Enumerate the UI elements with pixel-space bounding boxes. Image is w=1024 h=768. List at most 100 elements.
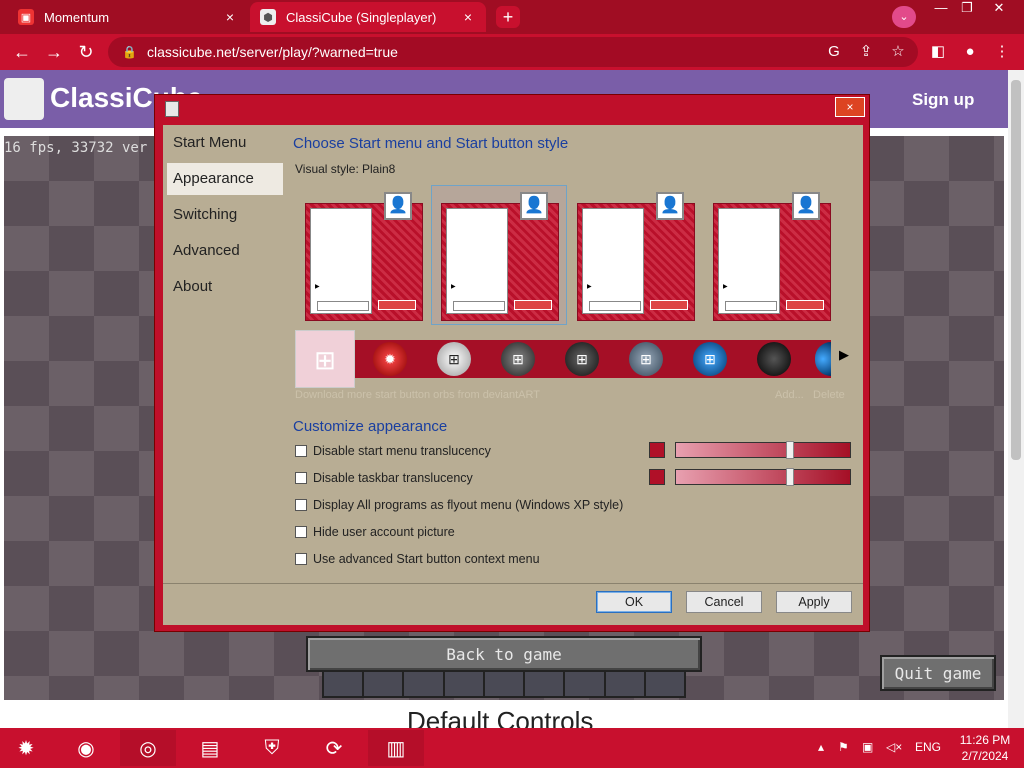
dialog-client: Start Menu Appearance Switching Advanced…	[163, 125, 863, 625]
taskbar-color-swatch[interactable]	[649, 469, 665, 485]
browser-toolbar: ← → ↻ 🔒 classicube.net/server/play/?warn…	[0, 34, 1024, 70]
tab-search-icon[interactable]: ⌄	[892, 6, 916, 28]
download-orbs-link[interactable]: Download more start button orbs from dev…	[295, 389, 540, 401]
signup-link[interactable]: Sign up	[912, 90, 974, 110]
start-menu-color-swatch[interactable]	[649, 442, 665, 458]
volume-muted-icon[interactable]: ◁×	[886, 740, 902, 754]
nav-start-menu[interactable]: Start Menu	[167, 127, 283, 159]
nav-about[interactable]: About	[167, 271, 283, 303]
user-icon: 👤	[656, 192, 684, 220]
window-close-icon[interactable]: ✕	[984, 0, 1014, 18]
black-orb-icon[interactable]	[757, 342, 791, 376]
classicube-logo-icon[interactable]	[4, 78, 44, 120]
taskbar-opacity-slider[interactable]	[675, 468, 851, 486]
address-bar[interactable]: 🔒 classicube.net/server/play/?warned=tru…	[108, 37, 918, 67]
tray-expand-icon[interactable]: ▴	[818, 740, 824, 754]
appearance-panel: Choose Start menu and Start button style…	[293, 125, 863, 585]
user-icon: 👤	[384, 192, 412, 220]
chrome-icon[interactable]: ◎	[120, 730, 176, 766]
taskbar: ✹ ◉ ◎ ▤ ⛨ ⟳ ▥ ▴ ⚑ ▣ ◁× ENG 11:26 PM 2/7/…	[0, 728, 1024, 768]
option-hide-user-picture[interactable]: Hide user account picture	[295, 522, 455, 542]
ornament-orb-icon[interactable]: ✹	[373, 342, 407, 376]
tab-title: ClassiCube (Singleplayer)	[286, 9, 437, 25]
style-heading: Choose Start menu and Start button style	[293, 135, 569, 152]
updater-icon[interactable]: ⟳	[306, 730, 362, 766]
windows-orb-icon[interactable]: ⊞	[501, 342, 535, 376]
network-icon[interactable]: ▣	[862, 740, 873, 754]
close-tab-icon[interactable]: ×	[460, 9, 476, 25]
settings-nav: Start Menu Appearance Switching Advanced…	[163, 125, 289, 585]
flag-icon[interactable]: ⚑	[838, 740, 849, 754]
option-disable-taskbar-translucency[interactable]: Disable taskbar translucency	[295, 468, 473, 488]
firefox-icon[interactable]: ◉	[58, 730, 114, 766]
option-advanced-context-menu[interactable]: Use advanced Start button context menu	[295, 549, 540, 569]
google-icon[interactable]: G	[824, 42, 844, 62]
menu-dots-icon[interactable]: ⋮	[992, 42, 1012, 62]
back-icon[interactable]: ←	[10, 40, 34, 64]
hotbar	[322, 670, 686, 698]
style-thumbnail[interactable]: ▶ 👤	[441, 192, 559, 321]
classicube-icon: ⬢	[260, 9, 276, 25]
system-monitor-icon[interactable]: ▤	[182, 730, 238, 766]
close-tab-icon[interactable]: ×	[222, 9, 238, 25]
nav-advanced[interactable]: Advanced	[167, 235, 283, 267]
user-icon: 👤	[792, 192, 820, 220]
bookmark-star-icon[interactable]: ☆	[888, 42, 908, 62]
option-disable-start-menu-translucency[interactable]: Disable start menu translucency	[295, 441, 491, 461]
tab-momentum[interactable]: ▣ Momentum ×	[8, 2, 248, 32]
tab-classicube[interactable]: ⬢ ClassiCube (Singleplayer) ×	[250, 2, 486, 32]
cancel-button[interactable]: Cancel	[686, 591, 762, 613]
settings-app-icon[interactable]: ▥	[368, 730, 424, 766]
slider-thumb[interactable]	[785, 468, 794, 486]
settings-dialog: × Start Menu Appearance Switching Advanc…	[154, 94, 870, 632]
add-orb-button[interactable]: Add...	[775, 389, 804, 401]
clock[interactable]: 11:26 PM 2/7/2024	[950, 732, 1020, 764]
tab-title: Momentum	[44, 9, 110, 25]
reload-icon[interactable]: ↻	[74, 40, 98, 64]
checkbox[interactable]	[295, 499, 307, 511]
slider-thumb[interactable]	[785, 441, 794, 459]
visual-style-value: Plain8	[362, 162, 396, 176]
windows-orb-icon[interactable]: ⊞	[565, 342, 599, 376]
quit-game-button[interactable]: Quit game	[880, 655, 996, 691]
app-icon	[165, 101, 179, 117]
start-orb-icon[interactable]: ✹	[0, 730, 52, 766]
apply-button[interactable]: Apply	[776, 591, 852, 613]
nav-appearance[interactable]: Appearance	[167, 163, 283, 195]
new-tab-button[interactable]: +	[496, 6, 520, 28]
nav-switching[interactable]: Switching	[167, 199, 283, 231]
option-flyout-all-programs[interactable]: Display All programs as flyout menu (Win…	[295, 495, 623, 515]
customize-heading: Customize appearance	[293, 418, 448, 435]
windows-orb-icon[interactable]	[815, 342, 831, 376]
restore-icon[interactable]: ❐	[952, 0, 982, 18]
windows-orb-icon[interactable]: ⊞	[629, 342, 663, 376]
windows-orb-icon[interactable]: ⊞	[693, 342, 727, 376]
windows-orb-icon[interactable]: ⊞	[437, 342, 471, 376]
checkbox[interactable]	[295, 526, 307, 538]
scroll-right-icon[interactable]: ▶	[839, 347, 849, 363]
style-thumbnail[interactable]: ▶ 👤	[577, 192, 695, 321]
page-scrollbar[interactable]	[1008, 70, 1024, 728]
language-indicator[interactable]: ENG	[915, 740, 941, 754]
checkbox[interactable]	[295, 472, 307, 484]
momentum-icon: ▣	[18, 9, 34, 25]
user-icon: 👤	[520, 192, 548, 220]
checkbox[interactable]	[295, 553, 307, 565]
browser-tab-bar: ▣ Momentum × ⬢ ClassiCube (Singleplayer)…	[0, 0, 1024, 34]
style-thumbnail[interactable]: ▶ 👤	[305, 192, 423, 321]
windows-logo-orb-icon[interactable]: ⊞	[295, 330, 355, 388]
side-panel-icon[interactable]: ◧	[928, 42, 948, 62]
checkbox[interactable]	[295, 445, 307, 457]
security-shield-icon[interactable]: ⛨	[244, 730, 300, 766]
dialog-close-button[interactable]: ×	[835, 97, 865, 117]
delete-orb-button[interactable]: Delete	[813, 389, 845, 401]
profile-icon[interactable]: ●	[960, 42, 980, 62]
start-menu-opacity-slider[interactable]	[675, 441, 851, 459]
ok-button[interactable]: OK	[596, 591, 672, 613]
start-orb-strip: ⊞ ✹ ⊞ ⊞ ⊞ ⊞ ⊞	[295, 330, 831, 388]
style-thumbnail[interactable]: ▶ 👤	[713, 192, 831, 321]
forward-icon[interactable]: →	[42, 40, 66, 64]
share-icon[interactable]: ⇪	[856, 42, 876, 62]
scroll-thumb[interactable]	[1011, 80, 1021, 460]
back-to-game-button[interactable]: Back to game	[306, 636, 702, 672]
